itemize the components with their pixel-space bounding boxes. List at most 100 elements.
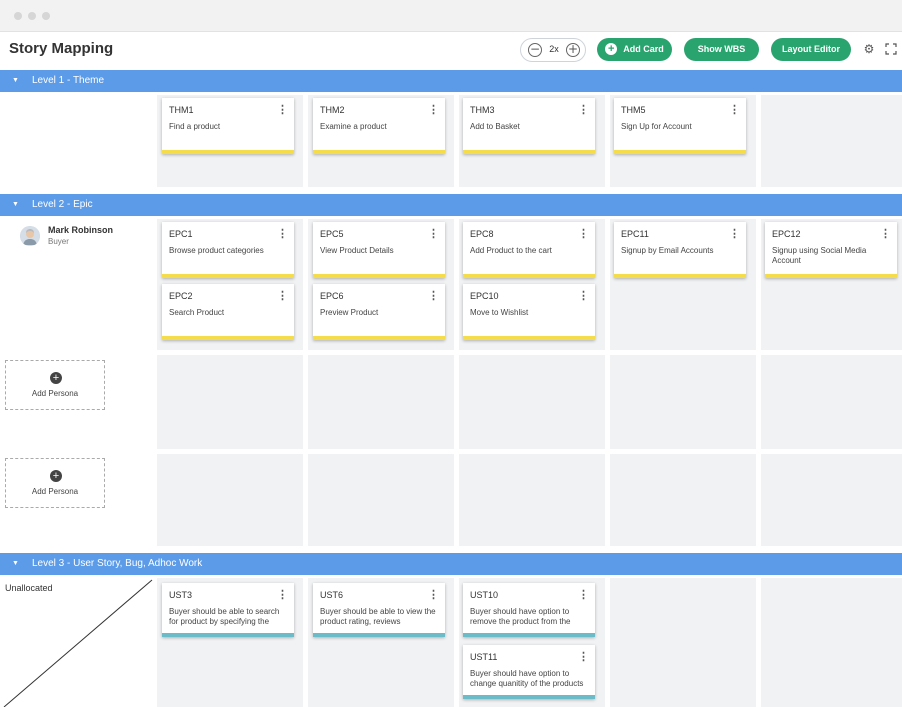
theme-card[interactable]: THM3 ⋮ Add to Basket [463, 98, 595, 154]
kebab-menu-icon[interactable]: ⋮ [578, 588, 589, 601]
card-stripe [463, 274, 595, 278]
card-id: UST10 [470, 590, 499, 600]
kebab-menu-icon[interactable]: ⋮ [578, 103, 589, 116]
unallocated-label: Unallocated [5, 583, 53, 593]
card-id: EPC11 [621, 229, 649, 239]
zoom-control: − 2x + [520, 38, 586, 62]
kebab-menu-icon[interactable]: ⋮ [277, 227, 288, 240]
window-dot [28, 12, 36, 20]
gear-icon[interactable]: ⚙ [863, 43, 875, 55]
card-title: Examine a product [320, 122, 387, 131]
kebab-menu-icon[interactable]: ⋮ [729, 227, 740, 240]
epic-card[interactable]: EPC8 ⋮ Add Product to the cart [463, 222, 595, 278]
level-3-header[interactable]: ▼ Level 3 - User Story, Bug, Adhoc Work [0, 553, 902, 575]
kebab-menu-icon[interactable]: ⋮ [428, 289, 439, 302]
show-wbs-button[interactable]: Show WBS [684, 38, 759, 61]
level-2-header[interactable]: ▼ Level 2 - Epic [0, 194, 902, 216]
story-card[interactable]: UST10 ⋮ Buyer should have option to remo… [463, 583, 595, 637]
kebab-menu-icon[interactable]: ⋮ [880, 227, 891, 240]
kebab-menu-icon[interactable]: ⋮ [578, 650, 589, 663]
grid-cell [157, 454, 303, 546]
epic-card[interactable]: EPC5 ⋮ View Product Details [313, 222, 445, 278]
kebab-menu-icon[interactable]: ⋮ [277, 103, 288, 116]
theme-card[interactable]: THM1 ⋮ Find a product [162, 98, 294, 154]
show-wbs-label: Show WBS [697, 44, 746, 54]
epic-card[interactable]: EPC10 ⋮ Move to Wishlist [463, 284, 595, 340]
add-card-button[interactable]: + Add Card [597, 38, 672, 61]
add-persona-button[interactable]: + Add Persona [5, 360, 105, 410]
add-card-label: Add Card [623, 44, 664, 54]
card-stripe [463, 695, 595, 699]
card-title: Preview Product [320, 308, 379, 317]
kebab-menu-icon[interactable]: ⋮ [277, 289, 288, 302]
card-title: Signup by Email Accounts [621, 246, 714, 255]
epic-card[interactable]: EPC2 ⋮ Search Product [162, 284, 294, 340]
collapse-caret-icon[interactable]: ▼ [12, 553, 19, 575]
theme-card[interactable]: THM2 ⋮ Examine a product [313, 98, 445, 154]
theme-card[interactable]: THM5 ⋮ Sign Up for Account [614, 98, 746, 154]
level-3-label: Level 3 - User Story, Bug, Adhoc Work [32, 558, 203, 569]
epic-card[interactable]: EPC12 ⋮ Signup using Social Media Accoun… [765, 222, 897, 278]
card-id: EPC6 [320, 291, 344, 301]
card-title: Buyer should be able to search for produ… [169, 607, 280, 626]
story-card[interactable]: UST6 ⋮ Buyer should be able to view the … [313, 583, 445, 637]
grid-cell [308, 454, 454, 546]
layout-editor-button[interactable]: Layout Editor [771, 38, 851, 61]
add-persona-label: Add Persona [31, 389, 79, 398]
card-stripe [162, 336, 294, 340]
expand-icon[interactable] [885, 43, 897, 55]
card-id: UST11 [470, 652, 498, 662]
card-stripe [463, 633, 595, 637]
kebab-menu-icon[interactable]: ⋮ [578, 289, 589, 302]
kebab-menu-icon[interactable]: ⋮ [578, 227, 589, 240]
card-id: EPC5 [320, 229, 344, 239]
window-titlebar [0, 0, 902, 32]
persona-role: Buyer [48, 237, 69, 246]
card-stripe [162, 633, 294, 637]
card-id: THM2 [320, 105, 345, 115]
collapse-caret-icon[interactable]: ▼ [12, 194, 19, 216]
card-stripe [162, 274, 294, 278]
unallocated-divider [3, 579, 153, 707]
card-stripe [614, 150, 746, 154]
plus-circle-icon: + [50, 372, 62, 384]
plus-icon: + [605, 42, 618, 55]
card-title: Add Product to the cart [470, 246, 552, 255]
card-id: EPC1 [169, 229, 193, 239]
card-id: EPC2 [169, 291, 193, 301]
card-id: THM5 [621, 105, 646, 115]
kebab-menu-icon[interactable]: ⋮ [277, 588, 288, 601]
card-title: Buyer should be able to view the product… [320, 607, 436, 626]
epic-card[interactable]: EPC6 ⋮ Preview Product [313, 284, 445, 340]
card-title: Find a product [169, 122, 221, 131]
card-id: UST3 [169, 590, 193, 600]
epic-card[interactable]: EPC1 ⋮ Browse product categories [162, 222, 294, 278]
collapse-caret-icon[interactable]: ▼ [12, 70, 19, 92]
card-stripe [463, 336, 595, 340]
epic-card[interactable]: EPC11 ⋮ Signup by Email Accounts [614, 222, 746, 278]
persona-row-header[interactable]: Mark Robinson Buyer [20, 224, 150, 254]
zoom-in-icon[interactable]: + [566, 43, 580, 57]
story-card[interactable]: UST3 ⋮ Buyer should be able to search fo… [162, 583, 294, 637]
card-title: Buyer should have option to change quani… [470, 669, 584, 688]
grid-cell [761, 355, 902, 449]
grid-cell [610, 578, 756, 707]
avatar [20, 226, 40, 246]
card-id: EPC10 [470, 291, 499, 301]
kebab-menu-icon[interactable]: ⋮ [428, 103, 439, 116]
zoom-level: 2x [549, 44, 559, 54]
kebab-menu-icon[interactable]: ⋮ [729, 103, 740, 116]
story-card[interactable]: UST11 ⋮ Buyer should have option to chan… [463, 645, 595, 699]
zoom-out-icon[interactable]: − [528, 43, 542, 57]
add-persona-label: Add Persona [31, 487, 79, 496]
grid-cell [761, 95, 902, 187]
grid-cell [761, 454, 902, 546]
level-2-label: Level 2 - Epic [32, 199, 93, 210]
add-persona-button[interactable]: + Add Persona [5, 458, 105, 508]
window-dot [14, 12, 22, 20]
kebab-menu-icon[interactable]: ⋮ [428, 588, 439, 601]
kebab-menu-icon[interactable]: ⋮ [428, 227, 439, 240]
level-1-header[interactable]: ▼ Level 1 - Theme [0, 70, 902, 92]
card-stripe [614, 274, 746, 278]
card-title: Sign Up for Account [621, 122, 692, 131]
